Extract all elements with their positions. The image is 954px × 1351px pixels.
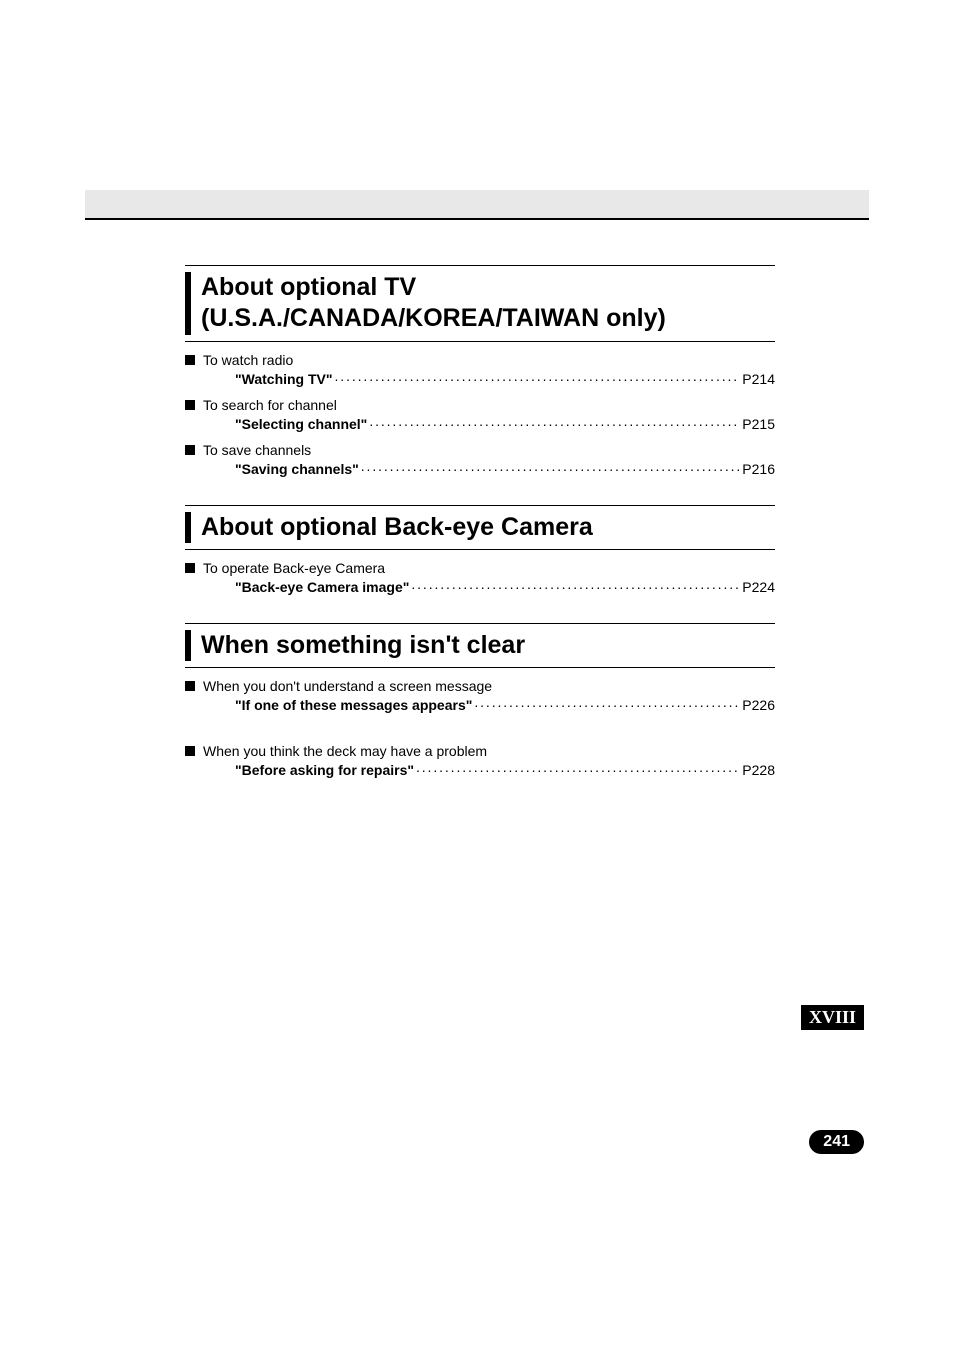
toc-entry: To operate Back-eye Camera "Back-eye Cam… bbox=[185, 560, 775, 595]
bullet-square-icon bbox=[185, 563, 195, 573]
section-title: When something isn't clear bbox=[201, 630, 525, 661]
toc-entry: When you think the deck may have a probl… bbox=[185, 743, 775, 778]
section-heading: About optional Back-eye Camera bbox=[185, 505, 775, 550]
link-title: "Selecting channel" bbox=[235, 416, 367, 432]
entry-label: To operate Back-eye Camera bbox=[185, 560, 775, 576]
entry-label-text: To search for channel bbox=[203, 397, 337, 413]
link-title: "Before asking for repairs" bbox=[235, 762, 414, 778]
bullet-square-icon bbox=[185, 746, 195, 756]
entry-label: To save channels bbox=[185, 442, 775, 458]
page: About optional TV (U.S.A./CANADA/KOREA/T… bbox=[0, 0, 954, 1351]
link-title: "Back-eye Camera image" bbox=[235, 579, 409, 595]
toc-link-row[interactable]: "If one of these messages appears" P226 bbox=[185, 696, 775, 713]
entry-label: To search for channel bbox=[185, 397, 775, 413]
page-ref: P214 bbox=[742, 371, 775, 387]
page-ref: P228 bbox=[742, 762, 775, 778]
entry-label-text: To save channels bbox=[203, 442, 311, 458]
section-title: About optional Back-eye Camera bbox=[201, 512, 593, 543]
entry-label: When you don't understand a screen messa… bbox=[185, 678, 775, 694]
toc-link-row[interactable]: "Back-eye Camera image" P224 bbox=[185, 578, 775, 595]
toc-entry: To search for channel "Selecting channel… bbox=[185, 397, 775, 432]
toc-entry: To save channels "Saving channels" P216 bbox=[185, 442, 775, 477]
toc-link-row[interactable]: "Saving channels" P216 bbox=[185, 460, 775, 477]
leader-dots bbox=[474, 696, 740, 710]
section-optional-tv: About optional TV (U.S.A./CANADA/KOREA/T… bbox=[185, 265, 775, 477]
toc-link-row[interactable]: "Selecting channel" P215 bbox=[185, 415, 775, 432]
heading-bar bbox=[185, 272, 191, 335]
entry-label-text: To watch radio bbox=[203, 352, 293, 368]
leader-dots bbox=[369, 415, 740, 429]
page-ref: P216 bbox=[742, 461, 775, 477]
entry-label-text: When you think the deck may have a probl… bbox=[203, 743, 487, 759]
toc-link-row[interactable]: "Before asking for repairs" P228 bbox=[185, 761, 775, 778]
leader-dots bbox=[335, 370, 741, 384]
link-title: "Saving channels" bbox=[235, 461, 359, 477]
heading-bar bbox=[185, 630, 191, 661]
bullet-square-icon bbox=[185, 681, 195, 691]
toc-entry: When you don't understand a screen messa… bbox=[185, 678, 775, 713]
entry-label-text: To operate Back-eye Camera bbox=[203, 560, 385, 576]
leader-dots bbox=[416, 761, 740, 775]
section-heading: When something isn't clear bbox=[185, 623, 775, 668]
heading-bar bbox=[185, 512, 191, 543]
bullet-square-icon bbox=[185, 355, 195, 365]
section-backeye-camera: About optional Back-eye Camera To operat… bbox=[185, 505, 775, 595]
section-when-unclear: When something isn't clear When you don'… bbox=[185, 623, 775, 778]
spacer bbox=[185, 723, 775, 737]
link-title: "If one of these messages appears" bbox=[235, 697, 472, 713]
page-ref: P224 bbox=[742, 579, 775, 595]
leader-dots bbox=[411, 578, 740, 592]
header-band bbox=[85, 190, 869, 220]
entry-label: When you think the deck may have a probl… bbox=[185, 743, 775, 759]
leader-dots bbox=[361, 460, 741, 474]
bullet-square-icon bbox=[185, 400, 195, 410]
page-ref: P215 bbox=[742, 416, 775, 432]
page-number-badge: 241 bbox=[809, 1130, 864, 1154]
bullet-square-icon bbox=[185, 445, 195, 455]
link-title: "Watching TV" bbox=[235, 371, 333, 387]
entry-label-text: When you don't understand a screen messa… bbox=[203, 678, 492, 694]
content-area: About optional TV (U.S.A./CANADA/KOREA/T… bbox=[185, 265, 775, 806]
toc-entry: To watch radio "Watching TV" P214 bbox=[185, 352, 775, 387]
entry-label: To watch radio bbox=[185, 352, 775, 368]
page-ref: P226 bbox=[742, 697, 775, 713]
chapter-tab: XVIII bbox=[801, 1005, 864, 1030]
toc-link-row[interactable]: "Watching TV" P214 bbox=[185, 370, 775, 387]
section-title: About optional TV (U.S.A./CANADA/KOREA/T… bbox=[201, 272, 775, 335]
section-heading: About optional TV (U.S.A./CANADA/KOREA/T… bbox=[185, 265, 775, 342]
